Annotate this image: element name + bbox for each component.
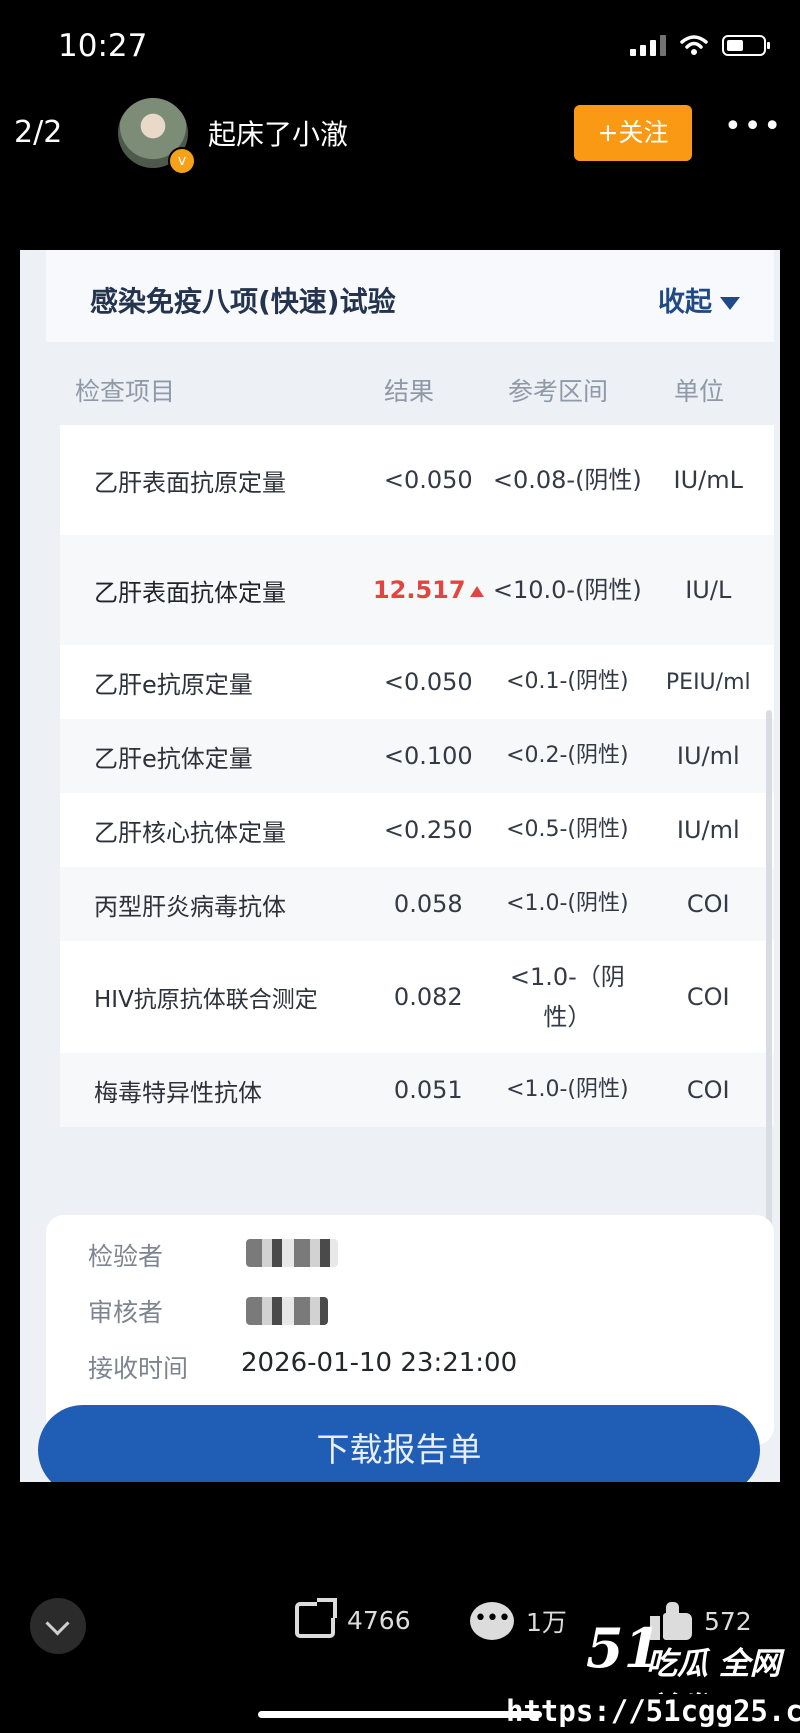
status-time: 10:27	[58, 28, 148, 64]
status-icons	[630, 34, 770, 56]
follow-button[interactable]: +关注	[574, 105, 692, 161]
like-button[interactable]: 572	[650, 1602, 752, 1640]
table-row: 乙肝表面抗体定量 12.517 <10.0-(阴性) IU/L	[60, 535, 774, 645]
table-row: HIV抗原抗体联合测定 0.082 <1.0-（阴性） COI	[60, 941, 774, 1053]
like-count: 572	[704, 1606, 752, 1636]
table-row: 丙型肝炎病毒抗体 0.058 <1.0-(阴性) COI	[60, 867, 774, 941]
row-reference: <0.08-(阴性)	[492, 466, 642, 494]
row-unit: IU/ml	[676, 742, 740, 770]
abnormal-value: 12.517	[372, 576, 466, 604]
row-result: 0.058	[393, 890, 463, 918]
row-result: 0.051	[393, 1076, 463, 1104]
row-item: 梅毒特异性抗体	[94, 1078, 262, 1107]
battery-icon	[722, 34, 770, 56]
row-item: 丙型肝炎病毒抗体	[94, 892, 286, 921]
row-result-abnormal: 12.517	[364, 576, 492, 604]
watermark: 51 吃瓜 全网首发 https://51cgg25.com	[500, 1616, 800, 1733]
row-result: <0.100	[383, 742, 473, 770]
more-options-button[interactable]: •••	[724, 109, 781, 149]
row-unit: IU/ml	[676, 816, 740, 844]
row-unit: COI	[686, 983, 730, 1011]
row-item: 乙肝表面抗体定量	[94, 578, 286, 607]
report-screenshot: 感染免疫八项(快速)试验 收起 检查项目 结果 参考区间 单位 乙肝表面抗原定量…	[20, 250, 780, 1482]
row-item: HIV抗原抗体联合测定	[94, 987, 318, 1013]
table-row: 乙肝核心抗体定量 <0.250 <0.5-(阴性) IU/ml	[60, 793, 774, 867]
share-icon	[295, 1598, 337, 1638]
share-button[interactable]: 4766	[295, 1598, 411, 1638]
reviewer-name-redacted	[246, 1297, 328, 1325]
table-row: 乙肝e抗体定量 <0.100 <0.2-(阴性) IU/ml	[60, 719, 774, 793]
row-reference: <0.2-(阴性)	[506, 743, 629, 768]
row-unit: COI	[686, 1076, 730, 1104]
collapse-button[interactable]: 收起	[658, 280, 740, 319]
row-item: 乙肝表面抗原定量	[94, 468, 286, 497]
download-report-button[interactable]: 下载报告单	[38, 1405, 760, 1482]
inspector-label: 检验者	[88, 1242, 164, 1271]
column-header-reference: 参考区间	[508, 377, 609, 406]
table-row: 乙肝e抗原定量 <0.050 <0.1-(阴性) PEIU/ml	[60, 645, 774, 719]
comment-button[interactable]: ••• 1万	[470, 1602, 567, 1640]
row-unit: IU/mL	[673, 466, 744, 494]
row-unit: IU/L	[685, 576, 732, 604]
arrow-up-icon	[469, 585, 484, 597]
row-unit: PEIU/ml	[665, 669, 751, 695]
row-result: <0.050	[383, 466, 473, 494]
row-item: 乙肝核心抗体定量	[94, 818, 286, 847]
report-header: 感染免疫八项(快速)试验 收起	[46, 250, 774, 342]
table-row: 梅毒特异性抗体 0.051 <1.0-(阴性) COI	[60, 1053, 774, 1127]
collapse-label: 收起	[658, 287, 712, 318]
wifi-icon	[680, 35, 708, 55]
page-indicator: 2/2	[14, 115, 63, 150]
post-header: 2/2 v 起床了小澈 +关注 •••	[0, 95, 800, 205]
received-time-label: 接收时间	[88, 1354, 189, 1383]
row-reference: <0.1-(阴性)	[506, 669, 629, 694]
row-reference: <1.0-(阴性)	[506, 891, 629, 916]
row-reference: <1.0-（阴性）	[509, 963, 625, 1031]
row-item: 乙肝e抗体定量	[94, 744, 253, 773]
home-indicator	[258, 1711, 542, 1718]
row-reference: <0.5-(阴性)	[506, 817, 629, 842]
inspector-name-redacted	[246, 1239, 338, 1267]
triangle-down-icon	[720, 297, 740, 310]
username[interactable]: 起床了小澈	[208, 113, 348, 153]
comment-count: 1万	[526, 1608, 567, 1637]
watermark-url: https://51cgg25.com	[506, 1694, 800, 1728]
report-title: 感染免疫八项(快速)试验	[90, 285, 396, 318]
received-time-value: 2026-01-10 23:21:00	[241, 1348, 518, 1378]
signal-icon	[630, 34, 666, 56]
chevron-down-icon[interactable]	[30, 1598, 86, 1654]
table-row: 乙肝表面抗原定量 <0.050 <0.08-(阴性) IU/mL	[60, 425, 774, 535]
row-result: 0.082	[393, 983, 463, 1011]
column-header-unit: 单位	[674, 377, 725, 406]
row-item: 乙肝e抗原定量	[94, 670, 253, 699]
column-header-result: 结果	[384, 377, 435, 406]
row-unit: COI	[686, 890, 730, 918]
share-count: 4766	[347, 1605, 411, 1635]
comment-icon: •••	[470, 1602, 514, 1640]
column-header-item: 检查项目	[75, 377, 176, 406]
verified-badge-icon: v	[168, 147, 196, 175]
row-reference: <10.0-(阴性)	[492, 576, 642, 604]
reviewer-label: 审核者	[88, 1298, 164, 1327]
row-result: <0.050	[383, 668, 473, 696]
status-bar: 10:27	[0, 0, 800, 95]
row-reference: <1.0-(阴性)	[506, 1077, 629, 1102]
row-result: <0.250	[383, 816, 473, 844]
